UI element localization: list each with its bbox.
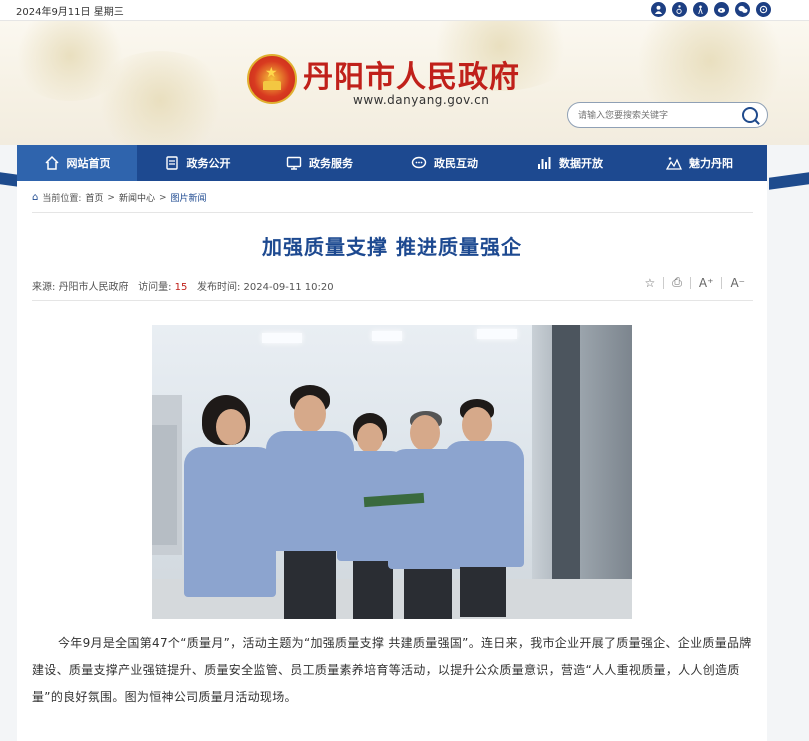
font-increase-icon[interactable]: A⁺ <box>699 276 714 290</box>
main-nav: 网站首页 政务公开 政务服务 政民互动 数据开放 魅力丹阳 <box>17 145 767 181</box>
breadcrumb: ⌂ 当前位置: 首页 > 新闻中心 > 图片新闻 <box>32 191 207 204</box>
search-box <box>567 102 768 128</box>
views-label: 访问量: <box>138 282 172 293</box>
user-icon[interactable] <box>651 2 666 17</box>
favorite-icon[interactable]: ☆ <box>645 276 656 290</box>
source-value: 丹阳市人民政府 <box>58 282 129 293</box>
nav-item-charm-danyang[interactable]: 魅力丹阳 <box>632 145 767 181</box>
breadcrumb-home[interactable]: 首页 <box>85 191 103 204</box>
nav-ribbon-right <box>769 172 809 190</box>
national-emblem-logo: ★ <box>247 54 297 104</box>
nav-item-label: 政民互动 <box>434 157 478 170</box>
accessibility-icon[interactable] <box>672 2 687 17</box>
article-title: 加强质量支撑 推进质量强企 <box>262 235 522 259</box>
top-icon-group <box>651 2 771 17</box>
monitor-icon <box>286 155 302 171</box>
search-icon[interactable] <box>742 107 758 123</box>
divider <box>663 276 665 289</box>
nav-item-interaction[interactable]: 政民互动 <box>382 145 507 181</box>
breadcrumb-prefix: 当前位置: <box>42 194 82 204</box>
article-photo <box>152 325 632 619</box>
breadcrumb-separator: > <box>107 192 115 203</box>
article-body: 今年9月是全国第47个“质量月”，活动主题为“加强质量支撑 共建质量强国”。连日… <box>32 636 752 704</box>
source-label: 来源: <box>32 282 56 293</box>
top-bar: 2024年9月11日 星期三 <box>0 0 809 21</box>
site-header: ★ 丹阳市人民政府 www.danyang.gov.cn <box>0 21 809 145</box>
article-meta: 来源: 丹阳市人民政府 访问量: 15 发布时间: 2024-09-11 10:… <box>32 278 334 293</box>
time-label: 发布时间: <box>196 282 241 293</box>
breadcrumb-photo-news[interactable]: 图片新闻 <box>171 191 207 204</box>
nav-item-home[interactable]: 网站首页 <box>17 145 137 181</box>
weibo-icon[interactable] <box>714 2 729 17</box>
print-icon[interactable]: ⎙ <box>672 275 682 290</box>
nav-item-label: 政务服务 <box>309 157 353 170</box>
divider <box>32 300 753 301</box>
mini-program-icon[interactable] <box>756 2 771 17</box>
site-title[interactable]: 丹阳市人民政府 <box>303 52 520 96</box>
divider <box>32 212 753 213</box>
divider <box>721 276 723 289</box>
nav-item-gov-services[interactable]: 政务服务 <box>257 145 382 181</box>
nav-item-label: 政务公开 <box>186 157 231 170</box>
wechat-icon[interactable] <box>735 2 750 17</box>
current-date: 2024年9月11日 星期三 <box>16 7 124 18</box>
divider <box>689 276 691 289</box>
publish-time: 2024-09-11 10:20 <box>243 282 334 293</box>
font-decrease-icon[interactable]: A⁻ <box>730 276 745 290</box>
nav-item-open-data[interactable]: 数据开放 <box>507 145 632 181</box>
decor-blossom <box>620 21 800 111</box>
views-count: 15 <box>174 282 188 293</box>
nav-item-label: 魅力丹阳 <box>689 157 733 170</box>
elderly-icon[interactable] <box>693 2 708 17</box>
landscape-icon <box>666 155 682 171</box>
breadcrumb-news-center[interactable]: 新闻中心 <box>119 191 155 204</box>
nav-item-label: 数据开放 <box>559 157 603 170</box>
nav-item-gov-affairs[interactable]: 政务公开 <box>137 145 257 181</box>
home-icon <box>44 155 60 171</box>
site-url: www.danyang.gov.cn <box>353 93 490 107</box>
search-input[interactable] <box>576 107 740 125</box>
location-icon: ⌂ <box>32 192 39 203</box>
breadcrumb-separator: > <box>158 192 167 203</box>
chat-icon <box>411 155 427 171</box>
decor-blossom <box>90 51 230 145</box>
article-card: ⌂ 当前位置: 首页 > 新闻中心 > 图片新闻 加强质量支撑 推进质量强企 来… <box>17 181 767 741</box>
bar-chart-icon <box>536 155 552 171</box>
document-icon <box>164 155 180 171</box>
nav-item-label: 网站首页 <box>66 157 111 170</box>
article-tools: ☆ ⎙ A⁺ A⁻ <box>645 275 745 290</box>
